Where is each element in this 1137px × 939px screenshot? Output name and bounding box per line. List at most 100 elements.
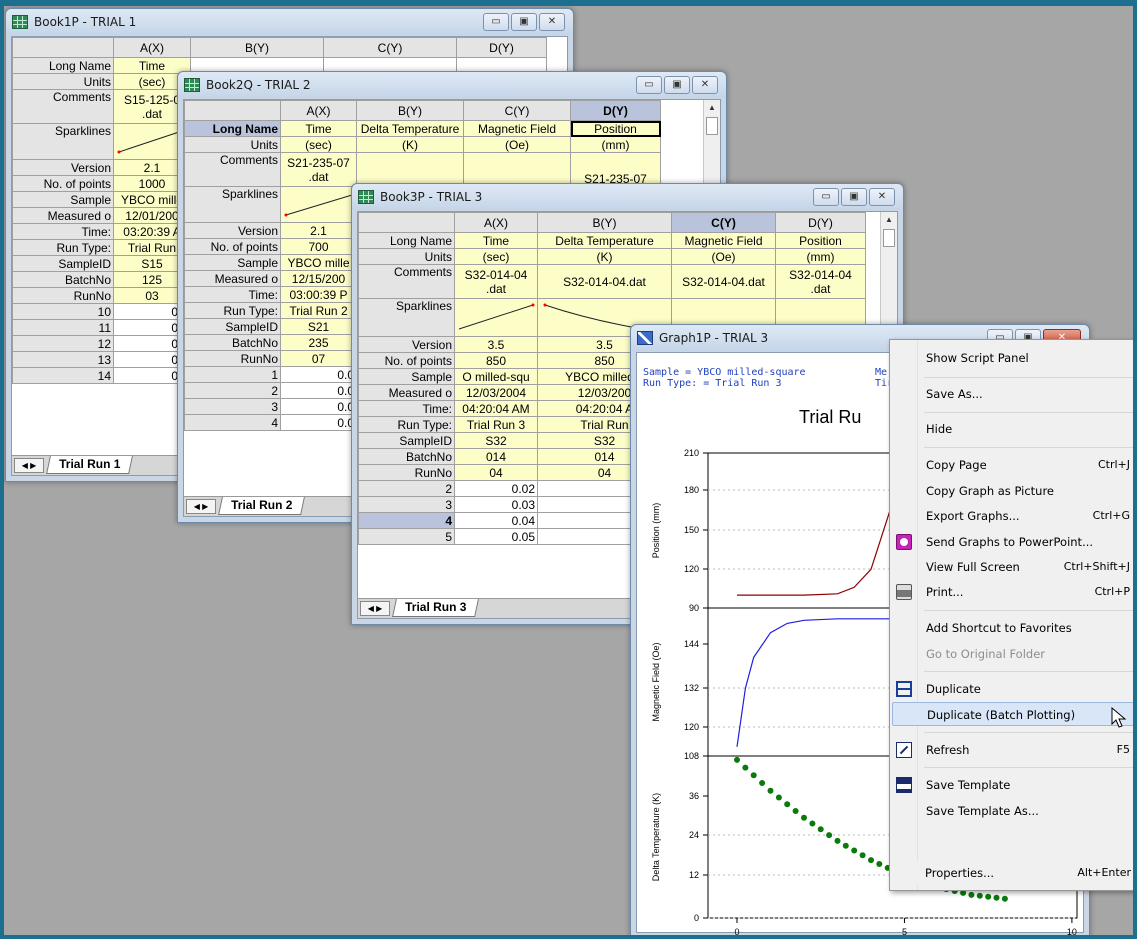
menu-item-copy-page[interactable]: Copy Page Ctrl+J [892,453,1136,477]
cell[interactable]: 12/15/200 [280,270,357,287]
corner-cell[interactable] [12,37,114,58]
row-label[interactable]: Long Name [358,232,455,249]
menu-item-save-template[interactable]: Save Template [892,773,1136,797]
row-label[interactable]: BatchNo [184,334,281,351]
cell[interactable]: (K) [537,248,672,265]
column-header[interactable]: D(Y) [456,37,547,58]
row-label[interactable]: Comments [358,264,455,299]
menu-item-refresh[interactable]: Refresh F5 [892,738,1136,762]
row-label[interactable]: Measured o [184,270,281,287]
column-header-selected[interactable]: C(Y) [671,212,776,233]
menu-item-export-graphs[interactable]: Export Graphs... Ctrl+G [892,504,1136,528]
row-number[interactable]: 1 [184,366,281,383]
book3-titlebar[interactable]: Book3P - TRIAL 3 ▭ ▣ ✕ [352,184,903,210]
menu-item-duplicate[interactable]: Duplicate [892,677,1136,701]
row-label[interactable]: SampleID [358,432,455,449]
row-label[interactable]: RunNo [184,350,281,367]
sheet-tab[interactable]: Trial Run 3 [392,599,480,617]
menu-item-show-script-panel[interactable]: Show Script Panel [892,346,1136,370]
cell[interactable]: (mm) [570,136,661,153]
cell[interactable]: 235 [280,334,357,351]
row-label[interactable]: Measured o [12,207,114,224]
cell[interactable]: (Oe) [463,136,571,153]
cell[interactable]: O milled-squ [454,368,538,385]
sheet-tab[interactable]: Trial Run 1 [46,456,134,474]
row-label[interactable]: Time: [358,400,455,417]
row-number[interactable]: 2 [358,480,455,497]
row-label[interactable]: Run Type: [358,416,455,433]
sparkline-cell[interactable] [454,298,538,337]
sheet-nav-arrows[interactable]: ◀ ▶ [186,499,216,514]
sheet-nav-arrows[interactable]: ◀ ▶ [14,458,44,473]
cell[interactable]: Time [454,232,538,249]
row-label[interactable]: SampleID [12,255,114,272]
menu-item-send-to-powerpoint[interactable]: Send Graphs to PowerPoint... [892,530,1136,554]
cell[interactable]: S21-235-07 [570,152,661,187]
row-label[interactable]: Run Type: [184,302,281,319]
row-number[interactable]: 12 [12,335,114,352]
sheet-nav-arrows[interactable]: ◀ ▶ [360,601,390,616]
cell[interactable]: YBCO mille [280,254,357,271]
corner-cell[interactable] [358,212,455,233]
cell[interactable]: (sec) [454,248,538,265]
minimize-button[interactable]: ▭ [636,76,662,94]
corner-cell[interactable] [184,100,281,121]
cell[interactable]: (K) [356,136,464,153]
row-label[interactable]: Sparklines [12,123,114,160]
row-label[interactable]: No. of points [358,352,455,369]
column-header[interactable]: A(X) [280,100,357,121]
book2-titlebar[interactable]: Book2Q - TRIAL 2 ▭ ▣ ✕ [178,72,726,98]
cell[interactable]: Delta Temperature [356,120,464,137]
cell[interactable]: (sec) [280,136,357,153]
close-button[interactable]: ✕ [539,13,565,31]
book1-titlebar[interactable]: Book1P - TRIAL 1 ▭ ▣ ✕ [6,9,573,35]
cell[interactable]: Time [280,120,357,137]
row-number[interactable]: 2 [184,382,281,399]
row-label[interactable]: Sample [358,368,455,385]
row-label[interactable]: Comments [12,89,114,124]
cell[interactable]: 0.0 [280,414,357,431]
row-label[interactable]: Time: [184,286,281,303]
row-number[interactable]: 5 [358,528,455,545]
scroll-thumb[interactable] [706,117,718,135]
cell[interactable]: 0.0 [280,366,357,383]
menu-item-save-template-as[interactable]: Save Template As... [892,799,1136,823]
cell[interactable]: S32-014-04 .dat [775,264,866,299]
sheet-tab[interactable]: Trial Run 2 [218,497,306,515]
cell[interactable]: Delta Temperature [537,232,672,249]
menu-item-add-shortcut-to-favorites[interactable]: Add Shortcut to Favorites [892,616,1136,640]
cell[interactable]: 0.02 [454,480,538,497]
menu-item-hide[interactable]: Hide [892,417,1136,441]
row-number[interactable]: 4 [184,414,281,431]
column-header[interactable]: B(Y) [356,100,464,121]
cell[interactable]: (mm) [775,248,866,265]
column-header[interactable]: A(X) [113,37,191,58]
cell[interactable]: 850 [454,352,538,369]
cell[interactable]: 03:00:39 P [280,286,357,303]
cell[interactable]: S21-235-07 .dat [280,152,357,187]
column-header-selected[interactable]: D(Y) [570,100,661,121]
row-label[interactable]: Comments [184,152,281,187]
menu-item-duplicate-batch-plotting[interactable]: Duplicate (Batch Plotting) [892,702,1136,728]
cell[interactable]: 0.04 [454,512,538,529]
cell[interactable]: S32-014-04.dat [671,264,776,299]
maximize-button[interactable]: ▣ [841,188,867,206]
menu-item-save-as[interactable]: Save As... [892,382,1136,406]
row-label[interactable]: Version [358,336,455,353]
cell[interactable]: 700 [280,238,357,255]
row-number[interactable]: 14 [12,367,114,384]
active-cell[interactable]: Position [570,120,661,137]
cell[interactable]: 2.1 [280,222,357,239]
row-number[interactable]: 10 [12,303,114,320]
cell[interactable]: S32-014-04.dat [537,264,672,299]
cell[interactable]: 0.0 [280,398,357,415]
row-label[interactable]: RunNo [12,287,114,304]
cell[interactable]: 04 [454,464,538,481]
cell[interactable]: S32-014-04 .dat [454,264,538,299]
row-label[interactable]: BatchNo [358,448,455,465]
row-label[interactable]: Units [184,136,281,153]
scroll-up-arrow-icon[interactable]: ▲ [881,212,897,228]
row-number[interactable]: 13 [12,351,114,368]
menu-item-print[interactable]: Print... Ctrl+P [892,580,1136,604]
cell[interactable]: 0.0 [280,382,357,399]
